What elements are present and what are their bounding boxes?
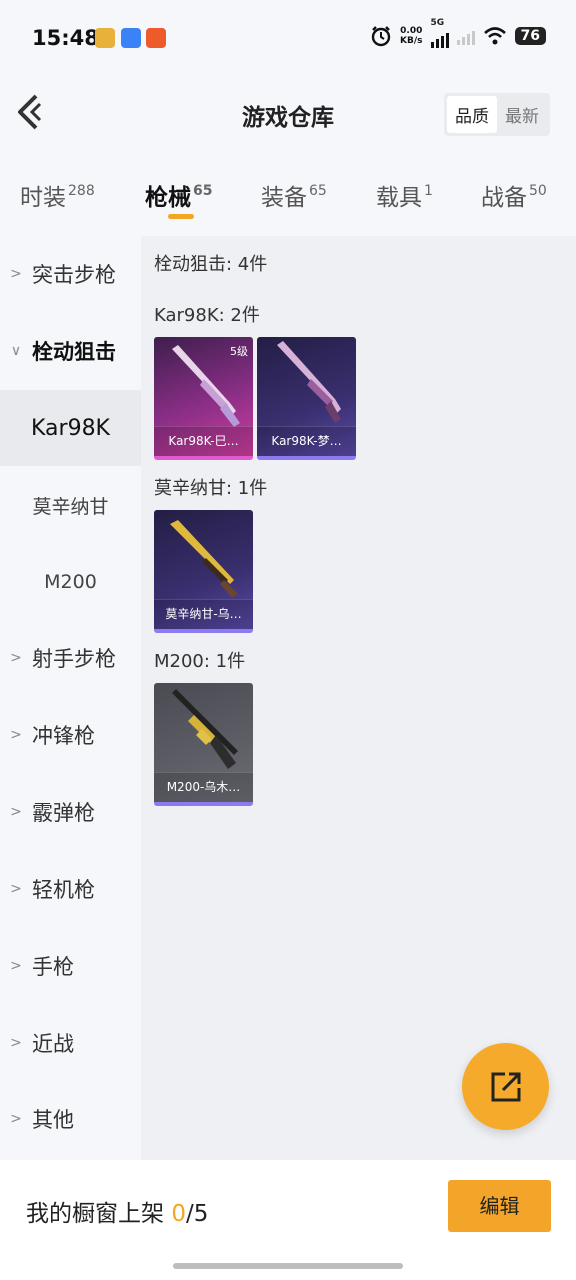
item-card[interactable]: 莫辛纳甘-乌… xyxy=(154,510,253,633)
chevron-right-icon: > xyxy=(10,804,22,820)
tab-count: 65 xyxy=(309,183,327,199)
back-arrow-icon xyxy=(18,94,42,130)
category-summary: 栓动狙击: 4件 xyxy=(154,254,268,275)
sidebar-item-shotgun[interactable]: > 霰弹枪 xyxy=(0,774,141,850)
chevron-right-icon: > xyxy=(10,727,22,743)
sidebar-item-lmg[interactable]: > 轻机枪 xyxy=(0,851,141,927)
group-title-mosin: 莫辛纳甘: 1件 xyxy=(154,478,268,499)
edit-button[interactable]: 编辑 xyxy=(448,1180,551,1232)
chevron-right-icon: > xyxy=(10,1035,22,1051)
chevron-right-icon: > xyxy=(10,266,22,282)
status-bar: 15:48 0.00 KB/s 5G 76 xyxy=(0,0,576,70)
tab-count: 50 xyxy=(529,183,547,199)
active-tab-indicator xyxy=(168,214,194,219)
showcase-status: 我的橱窗上架 0/5 xyxy=(26,1201,209,1227)
item-card[interactable]: Kar98K-梦… xyxy=(257,337,356,460)
item-name: Kar98K-梦… xyxy=(257,426,356,456)
app-notification-icon-1 xyxy=(95,28,115,48)
sidebar: > 突击步枪 ∨ 栓动狙击 Kar98K 莫辛纳甘 M200 > 射手步枪 > 冲锋枪 … xyxy=(0,236,141,1160)
tab-fashion[interactable]: 时装 288 xyxy=(20,178,95,212)
status-right-group: 0.00 KB/s 5G 76 xyxy=(370,18,546,48)
sort-newest-button[interactable]: 最新 xyxy=(497,96,547,133)
chevron-down-icon: ∨ xyxy=(10,343,22,359)
tab-count: 65 xyxy=(193,183,213,199)
sidebar-item-assault-rifle[interactable]: > 突击步枪 xyxy=(0,236,141,312)
tab-supplies[interactable]: 战备 50 xyxy=(481,178,547,212)
app-notification-icon-3 xyxy=(146,28,166,48)
m200-skin-image xyxy=(172,689,238,769)
signal-icon xyxy=(430,30,449,48)
group-title-kar98k: Kar98K: 2件 xyxy=(154,305,260,326)
sidebar-subitem-kar98k[interactable]: Kar98K xyxy=(0,390,141,466)
app-notification-icon-2 xyxy=(121,28,141,48)
sidebar-item-bolt-action[interactable]: ∨ 栓动狙击 xyxy=(0,313,141,389)
category-tabs: 时装 288 枪械 65 装备 65 载具 1 战备 50 xyxy=(0,158,576,236)
tab-vehicles[interactable]: 载具 1 xyxy=(376,178,433,212)
item-card[interactable]: 5级 Kar98K-巳… xyxy=(154,337,253,460)
sort-quality-button[interactable]: 品质 xyxy=(447,96,497,133)
item-name: M200-乌木… xyxy=(154,772,253,802)
item-grid: 栓动狙击: 4件 Kar98K: 2件 5级 Kar98K-巳… Kar98K-… xyxy=(141,236,576,1160)
sort-toggle: 品质 最新 xyxy=(444,93,550,136)
item-name: 莫辛纳甘-乌… xyxy=(154,599,253,629)
sidebar-item-pistol[interactable]: > 手枪 xyxy=(0,928,141,1004)
kar98k-skin-image xyxy=(277,341,341,423)
net-speed: 0.00 KB/s xyxy=(400,26,423,46)
share-external-icon xyxy=(491,1072,521,1102)
chevron-right-icon: > xyxy=(10,1111,22,1127)
status-time: 15:48 xyxy=(32,26,99,50)
mosin-skin-image xyxy=(170,520,238,598)
chevron-right-icon: > xyxy=(10,650,22,666)
back-button[interactable] xyxy=(14,92,48,132)
item-name: Kar98K-巳… xyxy=(154,426,253,456)
group-title-m200: M200: 1件 xyxy=(154,651,246,672)
battery-indicator: 76 xyxy=(514,27,546,45)
wifi-icon xyxy=(483,27,506,45)
sidebar-subitem-m200[interactable]: M200 xyxy=(0,544,141,620)
tab-guns[interactable]: 枪械 65 xyxy=(145,178,212,212)
sidebar-subitem-mosin[interactable]: 莫辛纳甘 xyxy=(0,467,141,543)
chevron-right-icon: > xyxy=(10,958,22,974)
tab-count: 288 xyxy=(68,183,95,199)
signal-5g: 5G xyxy=(430,18,449,48)
home-indicator[interactable] xyxy=(173,1263,403,1269)
tab-equipment[interactable]: 装备 65 xyxy=(261,178,327,212)
sidebar-item-melee[interactable]: > 近战 xyxy=(0,1005,141,1081)
showcase-count: 0 xyxy=(171,1201,186,1227)
header: 游戏仓库 品质 最新 xyxy=(0,70,576,158)
sidebar-item-smg[interactable]: > 冲锋枪 xyxy=(0,697,141,773)
alarm-icon xyxy=(371,26,391,47)
sidebar-item-dmr[interactable]: > 射手步枪 xyxy=(0,620,141,696)
sidebar-item-other[interactable]: > 其他 xyxy=(0,1081,141,1157)
chevron-right-icon: > xyxy=(10,881,22,897)
share-fab-button[interactable] xyxy=(462,1043,549,1130)
tab-count: 1 xyxy=(424,183,433,199)
signal-icon-secondary xyxy=(456,27,475,45)
item-card[interactable]: M200-乌木… xyxy=(154,683,253,806)
bottom-bar: 我的橱窗上架 0/5 编辑 xyxy=(0,1160,576,1280)
item-level: 5级 xyxy=(230,345,248,358)
